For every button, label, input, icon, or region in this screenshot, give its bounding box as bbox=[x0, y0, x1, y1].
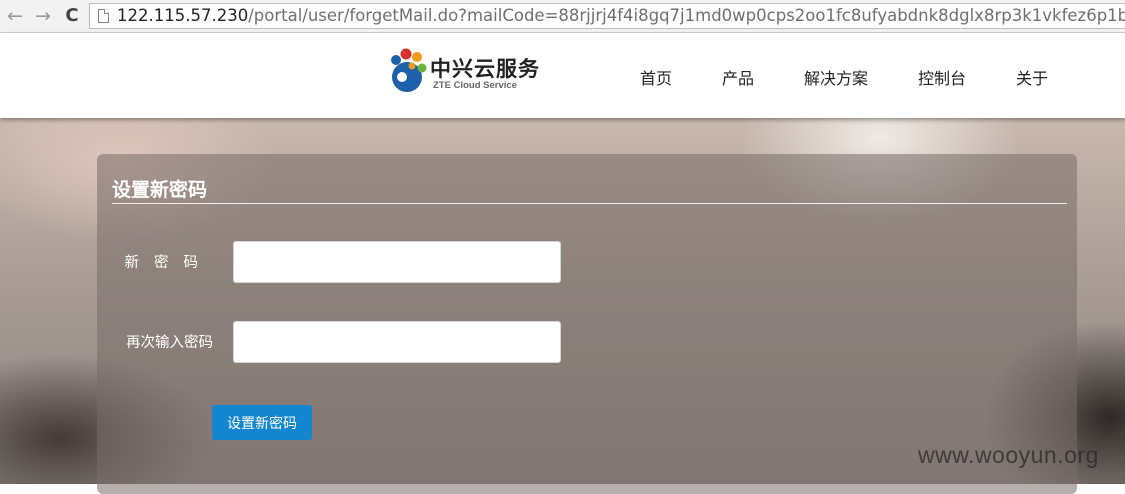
watermark-text: www.wooyun.org bbox=[918, 442, 1099, 468]
panel-title: 设置新密码 bbox=[112, 179, 208, 201]
back-arrow-icon[interactable]: ← bbox=[4, 5, 26, 27]
title-divider bbox=[112, 203, 1067, 204]
nav-item-products[interactable]: 产品 bbox=[722, 65, 754, 89]
site-header: 中兴云服务 ZTE Cloud Service 首页 产品 解决方案 控制台 关… bbox=[0, 33, 1125, 118]
forward-arrow-icon[interactable]: → bbox=[32, 5, 54, 27]
reload-icon[interactable]: C bbox=[61, 5, 83, 27]
new-password-label: 新密码 bbox=[124, 255, 213, 271]
url-text[interactable]: 122.115.57.230/portal/user/forgetMail.do… bbox=[117, 6, 1125, 26]
address-bar[interactable]: 122.115.57.230/portal/user/forgetMail.do… bbox=[89, 3, 1125, 29]
url-host: 122.115.57.230 bbox=[117, 6, 249, 25]
page-icon bbox=[98, 9, 109, 23]
nav-item-home[interactable]: 首页 bbox=[640, 65, 672, 89]
url-path: /portal/user/forgetMail.do?mailCode=88rj… bbox=[248, 6, 1125, 25]
set-password-button[interactable]: 设置新密码 bbox=[212, 405, 312, 440]
nav-item-console[interactable]: 控制台 bbox=[918, 65, 966, 89]
new-password-input[interactable] bbox=[233, 241, 561, 283]
nav-item-solutions[interactable]: 解决方案 bbox=[804, 65, 868, 89]
confirm-password-label: 再次输入密码 bbox=[126, 335, 213, 351]
confirm-password-input[interactable] bbox=[233, 321, 561, 363]
browser-toolbar: ← → C 122.115.57.230/portal/user/forgetM… bbox=[0, 0, 1125, 33]
main-nav: 首页 产品 解决方案 控制台 关于 bbox=[0, 65, 1125, 89]
nav-item-about[interactable]: 关于 bbox=[1016, 65, 1048, 89]
